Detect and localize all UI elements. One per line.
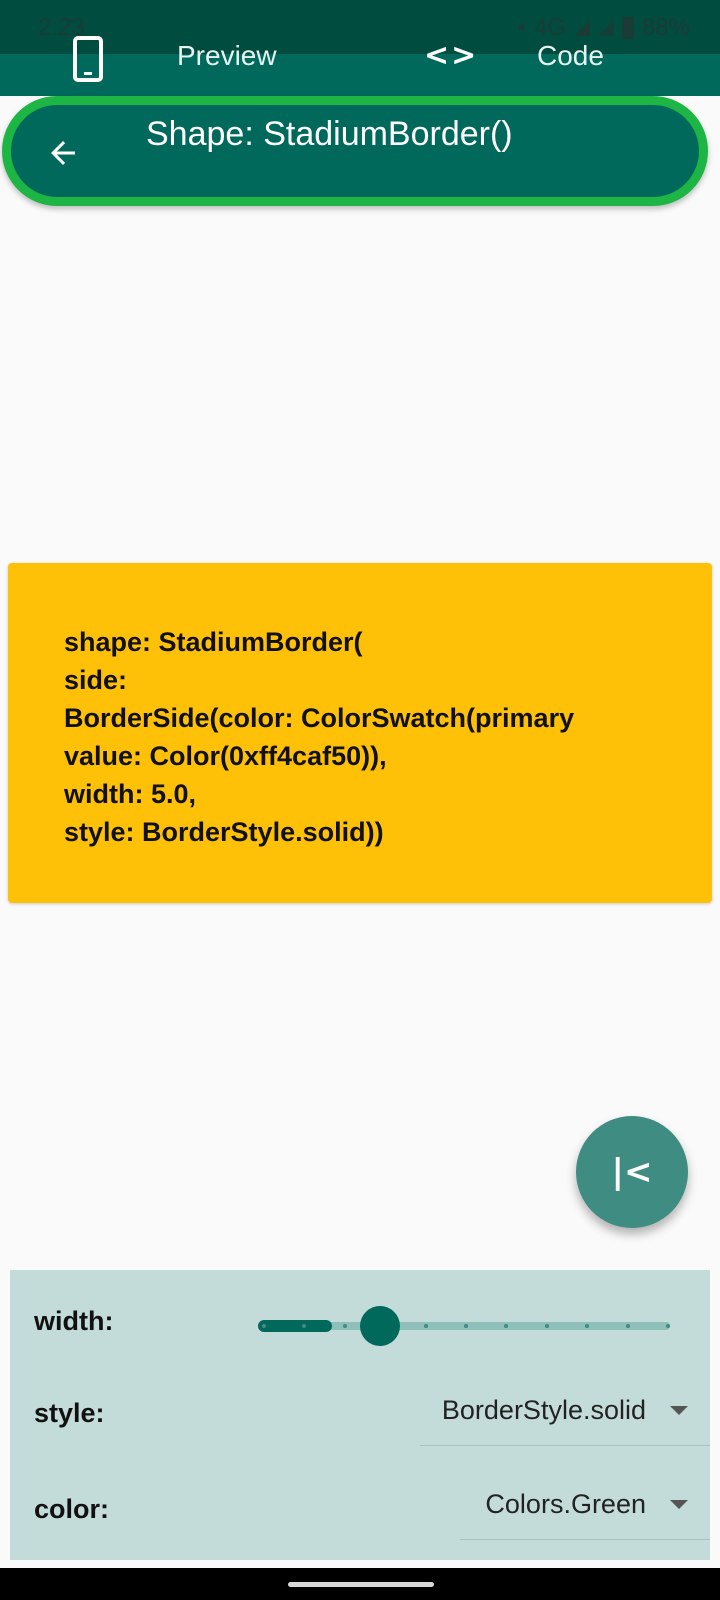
slider-active-track: [258, 1320, 332, 1332]
tab-code[interactable]: Code: [537, 40, 604, 72]
home-handle[interactable]: [288, 1582, 434, 1587]
style-value: BorderStyle.solid: [441, 1395, 646, 1425]
slider-tick: [262, 1324, 266, 1328]
width-label: width:: [34, 1306, 114, 1336]
style-dropdown[interactable]: BorderStyle.solid: [420, 1376, 710, 1446]
slider-tick: [302, 1324, 306, 1328]
color-label: color:: [34, 1494, 110, 1524]
slider-tick: [545, 1324, 549, 1328]
dropdown-arrow-icon: [670, 1500, 688, 1509]
controls-panel: width: style: BorderStyle.solid color: C…: [10, 1270, 710, 1560]
slider-tick: [424, 1324, 428, 1328]
stadium-app-bar: Shape: StadiumBorder(): [2, 96, 708, 206]
first-page-button[interactable]: |<: [576, 1116, 688, 1228]
slider-thumb[interactable]: [360, 1306, 400, 1346]
phone-icon[interactable]: [73, 36, 103, 82]
slider-tick: [464, 1324, 468, 1328]
slider-tick: [626, 1324, 630, 1328]
dropdown-arrow-icon: [670, 1406, 688, 1415]
first-page-icon: |<: [611, 1152, 653, 1192]
slider-tick: [504, 1324, 508, 1328]
top-bar: 2:23 • 4G 88% Preview <> Code: [0, 0, 720, 96]
tab-bar: Preview <> Code: [0, 28, 720, 88]
style-label: style:: [34, 1398, 105, 1428]
page-title: Shape: StadiumBorder(): [146, 115, 513, 153]
slider-tick: [343, 1324, 347, 1328]
arrow-back-icon[interactable]: [45, 135, 81, 171]
width-slider[interactable]: [258, 1306, 670, 1346]
slider-tick: [585, 1324, 589, 1328]
code-card: shape: StadiumBorder( side: BorderSide(c…: [8, 563, 712, 903]
tab-preview[interactable]: Preview: [177, 40, 277, 72]
color-dropdown[interactable]: Colors.Green: [460, 1470, 710, 1540]
color-value: Colors.Green: [485, 1489, 646, 1519]
code-text: shape: StadiumBorder( side: BorderSide(c…: [64, 627, 575, 847]
navigation-bar: [0, 1568, 720, 1600]
slider-tick: [666, 1324, 670, 1328]
code-icon[interactable]: <>: [424, 38, 478, 73]
